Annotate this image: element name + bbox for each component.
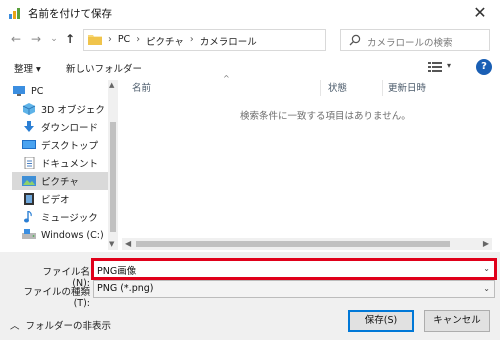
recent-locations-button[interactable]: ⌄: [46, 31, 62, 47]
filetype-label: ファイルの種類(T):: [23, 287, 90, 309]
file-list: ^ 名前 状態 更新日時 検索条件に一致する項目はありません。: [122, 74, 492, 250]
sidebar-item-label: デスクトップ: [41, 141, 99, 152]
sidebar-item-label: ビデオ: [41, 195, 70, 206]
column-header-modified[interactable]: 更新日時: [388, 80, 426, 96]
sidebar-item-pictures[interactable]: ピクチャ: [12, 172, 112, 190]
chevron-down-icon[interactable]: ⌄: [483, 264, 490, 273]
videos-icon: [24, 193, 34, 205]
filename-field[interactable]: PNG画像 ⌄: [91, 258, 497, 280]
address-bar[interactable]: › PC › ピクチャ › カメラロール ⌄ ↻: [83, 29, 399, 51]
documents-icon: [24, 157, 35, 169]
help-icon[interactable]: ?: [476, 59, 492, 75]
close-button[interactable]: ✕: [470, 3, 490, 23]
organize-button[interactable]: 整理 ▾: [14, 61, 41, 75]
sidebar-item-label: Windows (C:): [41, 229, 104, 241]
column-divider[interactable]: [320, 80, 321, 96]
breadcrumb-camera-roll[interactable]: カメラロール: [200, 34, 257, 48]
search-box[interactable]: カメラロールの検索: [340, 29, 490, 51]
view-dropdown-button[interactable]: ▾: [447, 61, 451, 70]
hide-folders-label: フォルダーの非表示: [25, 321, 112, 332]
scroll-up-arrow-icon: ▲: [109, 81, 115, 89]
search-placeholder: カメラロールの検索: [367, 38, 453, 49]
column-divider[interactable]: [382, 80, 383, 96]
navigation-pane: PC 3D オブジェクト ダウンロード デスクトップ ドキュメント ピクチャ ビ…: [8, 80, 118, 250]
sidebar-item-documents[interactable]: ドキュメント: [22, 154, 118, 172]
sidebar-item-desktop[interactable]: デスクトップ: [22, 136, 118, 154]
music-icon: [24, 211, 32, 223]
sidebar-item-label: PC: [31, 85, 44, 97]
drive-icon: [22, 229, 36, 239]
scroll-left-arrow-icon[interactable]: ◀: [125, 239, 131, 248]
scroll-down-arrow-icon: ▼: [109, 240, 115, 248]
search-icon: [349, 34, 361, 46]
forward-button[interactable]: →: [28, 31, 44, 47]
filename-value[interactable]: PNG画像: [97, 263, 136, 277]
column-header-status[interactable]: 状態: [328, 80, 347, 96]
hide-folders-toggle[interactable]: ︿ フォルダーの非表示: [10, 318, 111, 332]
new-folder-button[interactable]: 新しいフォルダー: [66, 61, 142, 75]
sidebar-item-music[interactable]: ミュージック: [22, 208, 118, 226]
pictures-icon: [22, 176, 36, 186]
back-button[interactable]: ←: [8, 31, 24, 47]
breadcrumb: › PC › ピクチャ › カメラロール: [108, 34, 257, 48]
navigation-bar: ← → ⌄ ↑ › PC › ピクチャ › カメラロール ⌄ ↻ カメラロールの…: [0, 26, 500, 54]
title-bar: 名前を付けて保存 ✕: [0, 0, 500, 26]
download-icon: [24, 121, 34, 132]
filetype-value: PNG (*.png): [97, 283, 154, 294]
sidebar-item-drive-c[interactable]: Windows (C:): [22, 226, 118, 244]
breadcrumb-pictures[interactable]: ピクチャ: [146, 34, 184, 48]
breadcrumb-separator: ›: [189, 34, 194, 45]
sidebar-item-label: ダウンロード: [41, 123, 99, 134]
cancel-button[interactable]: キャンセル: [424, 310, 490, 332]
filetype-select[interactable]: PNG (*.png) ⌄: [93, 280, 495, 298]
command-bar: 整理 ▾ 新しいフォルダー ▾ ?: [0, 56, 500, 78]
sidebar-item-label: ミュージック: [41, 213, 98, 224]
view-options-icon[interactable]: [428, 61, 442, 73]
breadcrumb-separator: ›: [136, 34, 140, 45]
up-button[interactable]: ↑: [62, 31, 78, 47]
sidebar-item-videos[interactable]: ビデオ: [22, 190, 118, 208]
empty-folder-message: 検索条件に一致する項目はありません。: [240, 111, 411, 122]
3d-objects-icon: [22, 103, 36, 115]
sidebar-item-downloads[interactable]: ダウンロード: [22, 118, 118, 136]
sidebar-scroll-thumb[interactable]: [110, 122, 116, 232]
window-title: 名前を付けて保存: [28, 8, 112, 20]
sidebar-item-label: ピクチャ: [41, 177, 79, 188]
pc-icon: [13, 86, 25, 96]
scroll-right-arrow-icon[interactable]: ▶: [483, 239, 489, 248]
column-header-name[interactable]: 名前: [132, 80, 151, 96]
horizontal-scroll-thumb[interactable]: [136, 241, 450, 247]
chevron-down-icon[interactable]: ⌄: [483, 284, 490, 293]
sort-ascending-icon: ^: [223, 74, 230, 83]
save-button[interactable]: 保存(S): [348, 310, 414, 332]
sidebar-item-pc[interactable]: PC: [12, 82, 110, 100]
app-icon: [9, 8, 20, 19]
folder-icon: [88, 35, 102, 45]
horizontal-scrollbar[interactable]: ◀ ▶: [122, 238, 492, 250]
breadcrumb-separator: ›: [108, 34, 112, 45]
breadcrumb-pc[interactable]: PC: [118, 34, 130, 48]
chevron-up-icon: ︿: [10, 321, 20, 332]
sidebar-scrollbar[interactable]: ▲ ▼: [108, 80, 118, 250]
desktop-icon: [22, 140, 36, 149]
sidebar-item-3d-objects[interactable]: 3D オブジェクト: [22, 100, 118, 118]
sidebar-item-label: 3D オブジェクト: [41, 105, 115, 116]
sidebar-item-label: ドキュメント: [41, 159, 99, 170]
